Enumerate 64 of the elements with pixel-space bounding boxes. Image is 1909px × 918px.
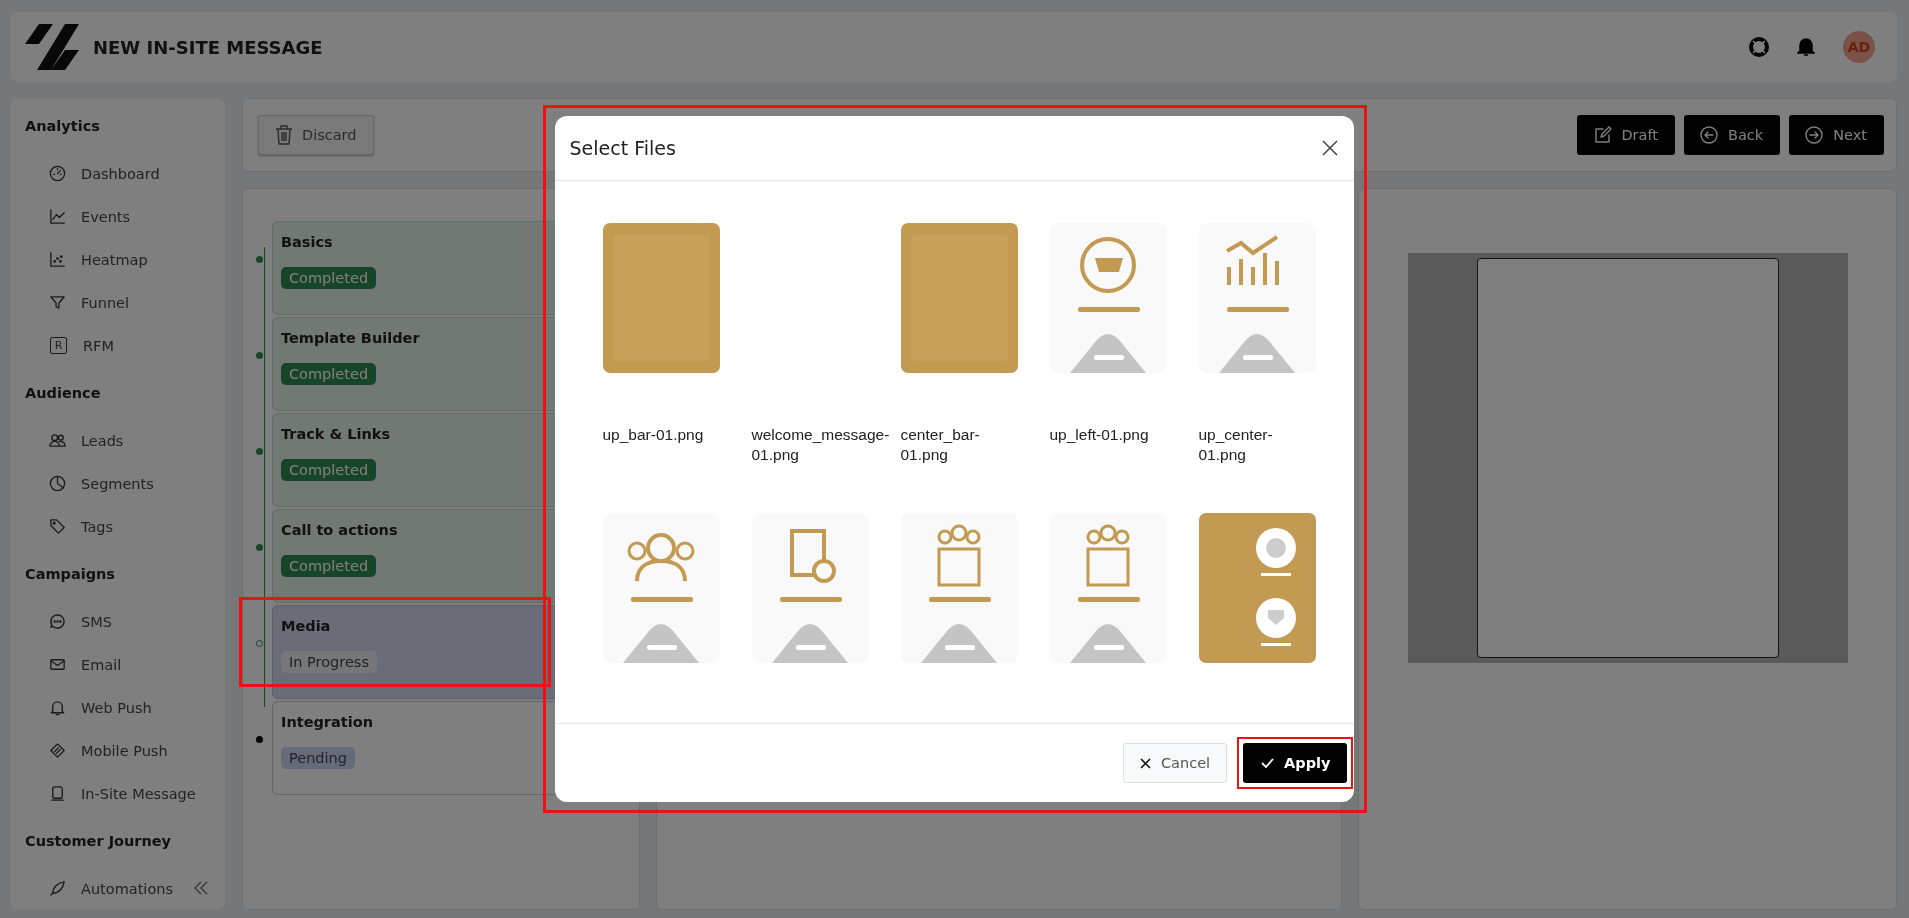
section-heading: Analytics (25, 118, 101, 134)
sidebar-item[interactable]: Automations (48, 877, 225, 900)
sidebar-item[interactable]: Segments (48, 472, 225, 495)
status-badge: Completed (281, 459, 377, 481)
status-badge: Completed (281, 267, 377, 289)
file-name: center_bar-01.png (900, 425, 981, 465)
status-badge: Pending (281, 747, 355, 769)
cancel-button[interactable]: Cancel (1122, 743, 1228, 783)
section-heading: Customer Journey (25, 833, 173, 849)
sidebar-item[interactable]: Events (48, 205, 225, 228)
chat-bubble-icon (48, 612, 67, 631)
step-title: Template Builder (281, 330, 421, 346)
tag-icon (48, 517, 67, 536)
sidebar-item[interactable]: Tags (48, 515, 225, 538)
logo-icon (25, 24, 79, 70)
diamond-icon (48, 741, 67, 760)
step-title: Media (281, 618, 332, 634)
apply-button[interactable]: Apply (1243, 743, 1347, 783)
funnel-icon (48, 293, 67, 312)
sidebar-item[interactable]: Heatmap (48, 248, 225, 271)
arrow-right-icon (1804, 125, 1825, 145)
bell-icon (48, 698, 67, 717)
file-name: welcome_message-01.png (751, 425, 890, 465)
sidebar-item[interactable]: Funnel (48, 291, 225, 314)
section-heading: Audience (25, 385, 102, 401)
arrow-left-icon (1699, 125, 1719, 145)
sidebar-item[interactable]: Dashboard (48, 162, 225, 185)
sidebar-item[interactable]: Leads (48, 429, 225, 452)
status-badge: Completed (281, 555, 377, 577)
gauge-icon (48, 164, 67, 183)
lifebuoy-icon[interactable] (1749, 37, 1769, 57)
draft-button[interactable]: Draft (1577, 115, 1675, 155)
sidebar-item[interactable]: SMS (48, 610, 225, 633)
file-name: up_left-01.png (1049, 425, 1150, 445)
sidebar-item[interactable]: In-Site Message (48, 782, 225, 805)
next-button[interactable]: Next (1789, 115, 1884, 155)
sidebar-item[interactable]: Web Push (48, 696, 225, 719)
step-title: Basics (281, 234, 334, 250)
sidebar-item[interactable]: Email (48, 653, 225, 676)
edit-icon (1592, 125, 1613, 145)
file-name: up_center-01.png (1198, 425, 1274, 465)
pie-chart-icon (48, 474, 67, 493)
section-heading: Campaigns (25, 566, 116, 582)
scatter-chart-icon (48, 250, 67, 269)
discard-button[interactable]: Discard (258, 115, 374, 155)
sidebar-item[interactable]: R RFM (48, 334, 225, 357)
check-icon (1261, 758, 1275, 768)
sidebar-item[interactable]: Mobile Push (48, 739, 225, 762)
bell-icon[interactable] (1797, 37, 1815, 57)
step-title: Integration (281, 714, 374, 730)
status-badge: In Progress (281, 651, 377, 673)
dialog-title: Select Files (569, 137, 676, 159)
people-icon (48, 431, 67, 450)
page-title: NEW IN-SITE MESSAGE (93, 36, 324, 58)
step-title: Call to actions (281, 522, 399, 538)
letter-icon: R (50, 337, 67, 354)
monitor-icon (48, 784, 67, 803)
close-icon[interactable] (1321, 140, 1338, 156)
line-chart-icon (48, 207, 67, 226)
status-badge: Completed (281, 363, 377, 385)
trash-icon (275, 125, 293, 145)
back-button[interactable]: Back (1684, 115, 1781, 155)
collapse-icon[interactable] (193, 880, 209, 896)
close-icon (1139, 757, 1151, 769)
